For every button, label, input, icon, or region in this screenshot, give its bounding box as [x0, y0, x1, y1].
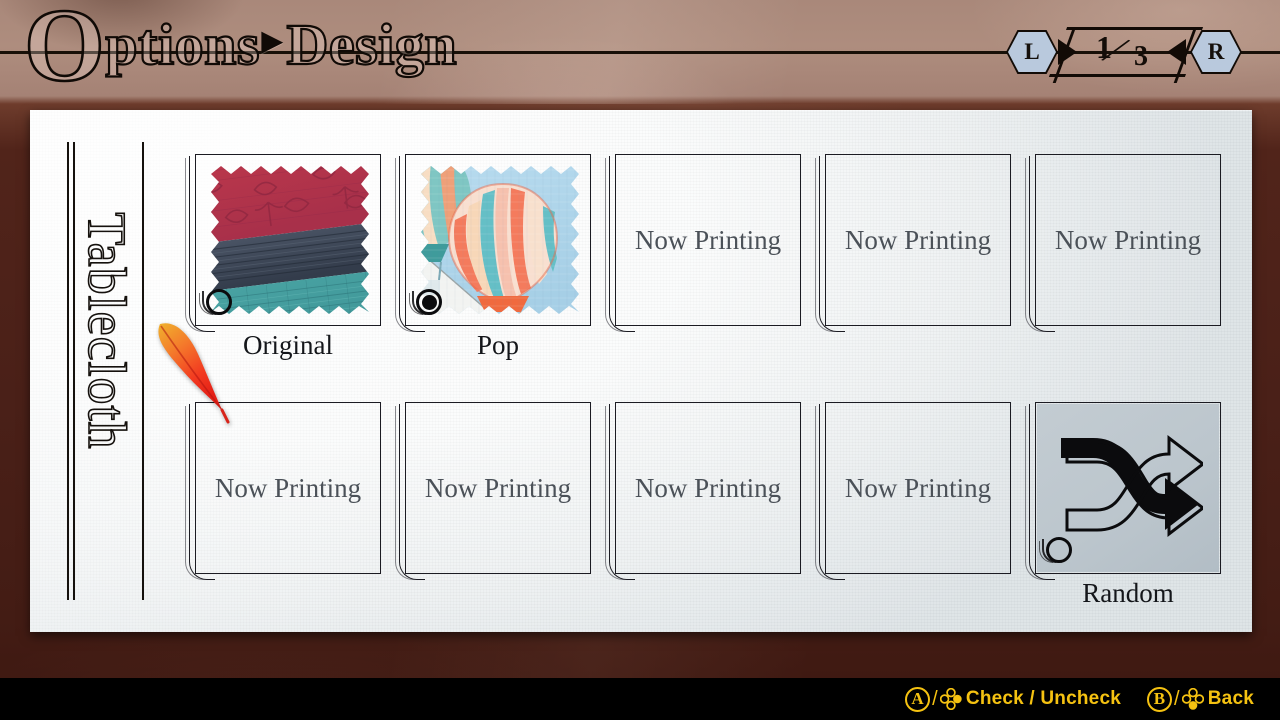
content-panel: Tablecloth Original Pop Now Printing Now…	[30, 110, 1252, 632]
checkbox-unchecked[interactable]	[1039, 536, 1073, 566]
design-tile-slot-3[interactable]: Now Printing	[605, 154, 801, 332]
checkbox-ring	[206, 289, 232, 315]
triangle-left-icon	[1167, 39, 1186, 65]
total-page-number: 3	[1134, 41, 1148, 72]
game-options-screen: Options ▸ Design L 1 ⁄ 3 R Tablecloth Or…	[0, 0, 1280, 720]
b-button-icon: B	[1147, 686, 1172, 712]
page-title: Options ▸ Design	[23, 0, 458, 104]
tile-caption: Pop	[476, 330, 520, 360]
category-rule-right	[142, 142, 144, 600]
design-tile-slot-7[interactable]: Now Printing	[395, 402, 591, 580]
tile-placeholder-label: Now Printing	[844, 224, 992, 255]
hint-label: Back	[1207, 688, 1254, 709]
tile-placeholder-label: Now Printing	[1054, 224, 1202, 255]
tile-caption: Original	[243, 330, 333, 360]
tile-placeholder-label: Now Printing	[634, 224, 782, 255]
category-label: Tablecloth	[76, 212, 138, 451]
category-rule-left-inner	[73, 142, 75, 600]
design-tile-slot-5[interactable]: Now Printing	[1025, 154, 1221, 332]
hint-check-uncheck[interactable]: A / Check / Uncheck	[905, 686, 1121, 712]
design-tile-slot-4[interactable]: Now Printing	[815, 154, 1011, 332]
page-navigator: L 1 ⁄ 3 R	[996, 27, 1252, 77]
checkbox-ring	[1046, 537, 1072, 563]
hint-back[interactable]: B / Back	[1147, 686, 1254, 712]
design-tile-slot-6[interactable]: Now Printing	[185, 402, 381, 580]
page-title-word: ptions	[104, 10, 260, 77]
checkbox-unchecked[interactable]	[199, 288, 233, 318]
design-tile-slot-9[interactable]: Now Printing	[815, 402, 1011, 580]
face-buttons-cluster-icon	[1181, 687, 1204, 710]
design-tile-slot-8[interactable]: Now Printing	[605, 402, 801, 580]
checkbox-dot	[422, 295, 437, 310]
hint-separator: /	[932, 687, 938, 710]
tile-placeholder-label: Now Printing	[634, 472, 782, 503]
breadcrumb-arrow-icon: ▸	[261, 16, 283, 62]
design-tile-random[interactable]: Random	[1025, 402, 1221, 608]
page-counter: 1 ⁄ 3	[1078, 27, 1176, 77]
hint-label: Check / Uncheck	[965, 688, 1121, 709]
category-rule-left-outer	[67, 142, 69, 600]
checkbox-checked[interactable]	[409, 288, 443, 318]
footer-hint-bar: A / Check / Uncheck B / Back	[0, 678, 1280, 720]
hint-separator: /	[1174, 687, 1180, 710]
design-tile-pop[interactable]: Pop	[395, 154, 591, 360]
a-button-icon: A	[905, 686, 931, 712]
page-title-subtitle: Design	[285, 10, 458, 77]
tile-placeholder-label: Now Printing	[844, 472, 992, 503]
design-grid: Original Pop Now Printing Now Printing N…	[165, 140, 1225, 610]
page-title-initial: O	[23, 0, 107, 104]
tile-placeholder-label: Now Printing	[214, 472, 362, 503]
tile-placeholder-label: Now Printing	[424, 472, 572, 503]
design-tile-original[interactable]: Original	[185, 154, 381, 360]
tile-caption: Random	[1082, 578, 1174, 608]
face-buttons-cluster-icon	[939, 687, 962, 711]
category-label-group: Tablecloth	[64, 142, 148, 600]
